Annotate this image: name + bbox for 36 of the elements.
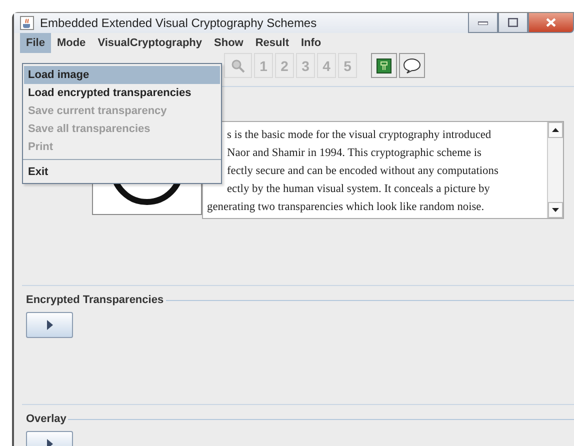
description-line: ectly by the human visual system. It conceals a picture by (226, 182, 491, 197)
minimize-button[interactable] (468, 13, 498, 33)
maximize-button[interactable] (498, 13, 528, 33)
play-icon (46, 320, 52, 330)
scroll-up-icon (552, 128, 559, 132)
chip-button[interactable] (371, 53, 397, 78)
close-icon (546, 18, 556, 27)
magnifier-icon (231, 58, 245, 72)
description-line: generating two transparencies which look like random noise. (206, 200, 486, 215)
speech-bubble-icon (403, 58, 421, 74)
scrollbar[interactable] (547, 122, 563, 218)
menu-item[interactable]: Show (208, 33, 250, 53)
section-title: Overlay (25, 413, 66, 425)
menu-item[interactable]: Result (249, 33, 295, 53)
menu-item[interactable]: Mode (50, 33, 92, 53)
menu-item[interactable]: File (20, 33, 51, 53)
section-title: Encrypted Transparencies (25, 294, 164, 306)
window-title: Embedded Extended Visual Cryptography Schemes (40, 16, 317, 30)
chip-icon (376, 58, 392, 74)
description-text-area[interactable] (202, 121, 564, 219)
close-button[interactable] (528, 13, 574, 33)
minimize-icon (478, 20, 488, 24)
play-button[interactable] (26, 312, 73, 338)
menu-item[interactable]: Info (294, 33, 328, 53)
menu-option[interactable]: Load image (24, 66, 220, 84)
play-icon (46, 439, 52, 446)
description-line: s is the basic mode for the visual cryptography introduced (226, 128, 492, 143)
comment-button[interactable] (399, 53, 425, 78)
menu-option[interactable]: Load encrypted transparencies (24, 84, 220, 102)
menu-option[interactable]: Exit (24, 163, 220, 181)
description-line: fectly secure and can be encoded without any computations (226, 164, 500, 179)
java-cup-icon (20, 16, 34, 30)
description-line: Naor and Shamir in 1994. This cryptographic scheme is (226, 146, 482, 161)
menu-item[interactable]: VisualCryptography (92, 33, 208, 53)
scroll-down-icon (552, 208, 559, 212)
maximize-icon (508, 18, 518, 27)
